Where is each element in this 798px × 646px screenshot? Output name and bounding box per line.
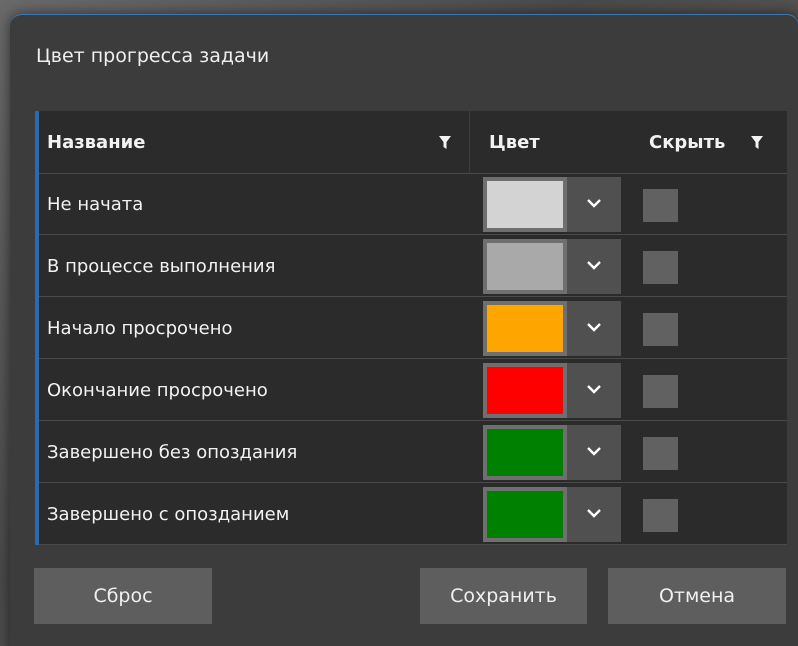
hide-checkbox[interactable] bbox=[643, 375, 678, 408]
row-name: Начало просрочено bbox=[47, 318, 233, 339]
color-swatch[interactable] bbox=[487, 243, 563, 290]
table-row[interactable]: Начало просрочено bbox=[39, 298, 787, 359]
dialog-title: Цвет прогресса задачи bbox=[36, 45, 270, 67]
color-dropdown-button[interactable] bbox=[567, 301, 621, 356]
chevron-down-icon bbox=[587, 199, 601, 208]
row-name: Завершено с опозданием bbox=[47, 504, 290, 525]
reset-button[interactable]: Сброс bbox=[34, 568, 212, 624]
task-progress-color-dialog: Цвет прогресса задачи Название Цвет Скры… bbox=[10, 14, 798, 646]
column-header-color[interactable]: Цвет bbox=[489, 111, 540, 174]
chevron-down-icon bbox=[587, 385, 601, 394]
color-dropdown-button[interactable] bbox=[567, 487, 621, 542]
color-picker[interactable] bbox=[483, 177, 567, 232]
hide-checkbox[interactable] bbox=[643, 313, 678, 346]
table-row[interactable]: Окончание просрочено bbox=[39, 360, 787, 421]
color-picker[interactable] bbox=[483, 487, 567, 542]
table-row[interactable]: Завершено без опоздания bbox=[39, 422, 787, 483]
color-dropdown-button[interactable] bbox=[567, 425, 621, 480]
color-picker[interactable] bbox=[483, 239, 567, 294]
grid-header: Название Цвет Скрыть bbox=[39, 111, 787, 174]
hide-checkbox[interactable] bbox=[643, 499, 678, 532]
filter-icon[interactable] bbox=[751, 136, 763, 150]
save-button[interactable]: Сохранить bbox=[420, 568, 587, 624]
chevron-down-icon bbox=[587, 323, 601, 332]
column-separator[interactable] bbox=[469, 111, 470, 174]
table-row[interactable]: Не начата bbox=[39, 174, 787, 235]
color-swatch[interactable] bbox=[487, 429, 563, 476]
cancel-button[interactable]: Отмена bbox=[608, 568, 786, 624]
chevron-down-icon bbox=[587, 261, 601, 270]
color-swatch[interactable] bbox=[487, 181, 563, 228]
color-picker[interactable] bbox=[483, 363, 567, 418]
column-header-name[interactable]: Название bbox=[47, 111, 145, 174]
color-swatch[interactable] bbox=[487, 367, 563, 414]
row-name: В процессе выполнения bbox=[47, 256, 276, 277]
hide-checkbox[interactable] bbox=[643, 251, 678, 284]
table-row[interactable]: В процессе выполнения bbox=[39, 236, 787, 297]
row-name: Завершено без опоздания bbox=[47, 442, 298, 463]
color-swatch[interactable] bbox=[487, 305, 563, 352]
color-dropdown-button[interactable] bbox=[567, 177, 621, 232]
color-picker[interactable] bbox=[483, 425, 567, 480]
table-row[interactable]: Завершено с опозданием bbox=[39, 484, 787, 545]
color-dropdown-button[interactable] bbox=[567, 239, 621, 294]
color-swatch[interactable] bbox=[487, 491, 563, 538]
color-grid: Название Цвет Скрыть Не начата В процессе… bbox=[35, 111, 787, 545]
row-name: Не начата bbox=[47, 194, 144, 215]
color-picker[interactable] bbox=[483, 301, 567, 356]
filter-icon[interactable] bbox=[439, 136, 451, 150]
row-name: Окончание просрочено bbox=[47, 380, 268, 401]
color-dropdown-button[interactable] bbox=[567, 363, 621, 418]
hide-checkbox[interactable] bbox=[643, 189, 678, 222]
chevron-down-icon bbox=[587, 509, 601, 518]
hide-checkbox[interactable] bbox=[643, 437, 678, 470]
column-header-hide[interactable]: Скрыть bbox=[649, 111, 725, 174]
chevron-down-icon bbox=[587, 447, 601, 456]
